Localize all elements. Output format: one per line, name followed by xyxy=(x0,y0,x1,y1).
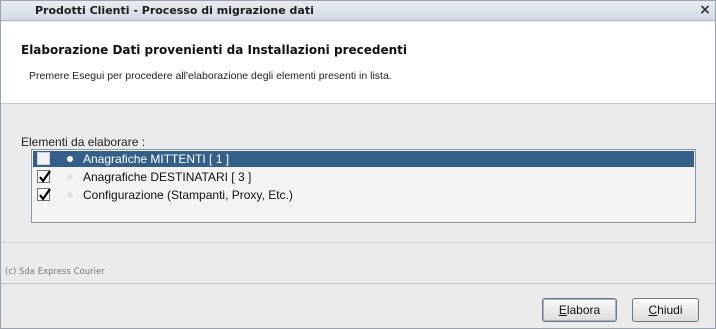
elabora-mnemonic: E xyxy=(558,303,567,317)
checkmark-icon xyxy=(39,170,51,183)
checkbox-mittenti[interactable] xyxy=(37,152,50,165)
divider xyxy=(1,283,715,284)
elabora-button[interactable]: Elabora xyxy=(542,298,617,322)
list-item-label: Anagrafiche MITTENTI [ 1 ] xyxy=(83,152,230,166)
list-item-configurazione[interactable]: Configurazione (Stampanti, Proxy, Etc.) xyxy=(33,187,694,203)
items-section-label: Elementi da elaborare : xyxy=(21,135,146,149)
instructions-text: Premere Esegui per procedere all'elabora… xyxy=(29,70,392,82)
close-icon[interactable]: × xyxy=(697,2,713,18)
elabora-label: labora xyxy=(566,303,601,317)
page-title: Elaborazione Dati provenienti da Install… xyxy=(21,43,407,57)
bullet-icon xyxy=(67,192,73,198)
chiudi-label: hiudi xyxy=(657,303,683,317)
migration-dialog: Prodotti Clienti - Processo di migrazion… xyxy=(0,0,716,329)
bullet-icon xyxy=(67,156,73,162)
title-bar[interactable]: Prodotti Clienti - Processo di migrazion… xyxy=(1,1,715,21)
items-list[interactable]: Anagrafiche MITTENTI [ 1 ] Anagrafiche D… xyxy=(31,149,696,223)
list-item-mittenti[interactable]: Anagrafiche MITTENTI [ 1 ] xyxy=(33,151,694,167)
chiudi-button[interactable]: Chiudi xyxy=(632,298,699,322)
header-panel: Elaborazione Dati provenienti da Install… xyxy=(1,22,715,104)
list-item-destinatari[interactable]: Anagrafiche DESTINATARI [ 3 ] xyxy=(33,169,694,185)
checkmark-icon xyxy=(39,188,51,201)
window-title: Prodotti Clienti - Processo di migrazion… xyxy=(35,4,314,17)
chiudi-mnemonic: C xyxy=(648,303,658,317)
checkbox-destinatari[interactable] xyxy=(37,170,51,183)
list-item-label: Anagrafiche DESTINATARI [ 3 ] xyxy=(83,170,252,184)
bullet-icon xyxy=(67,174,73,180)
list-item-label: Configurazione (Stampanti, Proxy, Etc.) xyxy=(83,188,293,202)
copyright-text: (c) Sda Express Courier xyxy=(5,267,105,277)
divider xyxy=(1,242,715,243)
checkbox-configurazione[interactable] xyxy=(37,188,51,201)
